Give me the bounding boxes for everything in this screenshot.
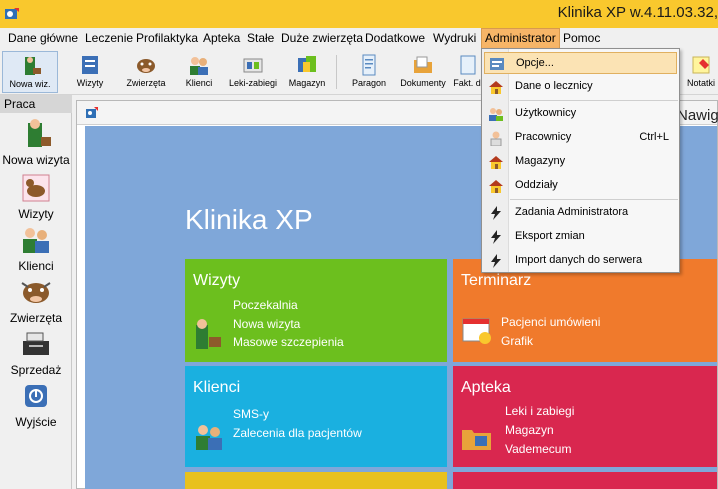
menu-item-eksport-zmian[interactable]: Eksport zmian	[484, 226, 677, 248]
menu-item-pracownicy[interactable]: Pracownicy Ctrl+L	[484, 127, 677, 149]
clients-icon	[196, 425, 222, 450]
dashboard-title: Klinika XP	[185, 204, 313, 235]
tile-link-sms[interactable]: SMS-y	[233, 407, 269, 421]
menu-separator	[510, 100, 678, 101]
employee-icon	[490, 131, 502, 146]
menu-stale[interactable]: Stałe	[244, 28, 277, 49]
sidebar-item-wizyty[interactable]: Wizyty	[0, 171, 72, 221]
warehouse-icon	[298, 56, 316, 72]
sidebar-item-sprzedaz[interactable]: Sprzedaż	[0, 327, 72, 377]
window-icon	[86, 107, 98, 118]
options-icon	[490, 58, 504, 70]
menu-administrator[interactable]: Administrator	[481, 28, 560, 49]
tile-link-nowa-wizyta[interactable]: Nowa wizyta	[233, 317, 300, 331]
visits-icon	[82, 56, 98, 74]
tile-title: Apteka	[461, 379, 511, 396]
tile-link-grafik[interactable]: Grafik	[501, 334, 533, 348]
tile-wizyty[interactable]: Wizyty Poczekalnia Nowa wizyta Masowe sz…	[185, 259, 447, 362]
toolbar-magazyn-button[interactable]: Magazyn	[284, 51, 330, 93]
users-icon	[489, 108, 503, 121]
notes-icon	[692, 56, 710, 74]
navigation-label: Nawig	[677, 107, 718, 124]
sidebar-item-nowa-wizyta[interactable]: Nowa wizyta	[0, 117, 72, 167]
cow-icon	[137, 59, 155, 73]
toolbar-separator	[336, 55, 337, 89]
menu-item-opcje[interactable]: Opcje...	[484, 52, 677, 74]
window-title: Klinika XP w.4.11.03.32,	[557, 4, 718, 21]
toolbar-dokumenty-button[interactable]: Dokumenty	[398, 51, 448, 93]
menu-separator	[510, 199, 678, 200]
toolbar-wizyty-button[interactable]: Wizyty	[64, 51, 116, 93]
receipt-icon	[362, 54, 376, 76]
exit-icon	[25, 385, 47, 407]
lightning-icon	[491, 230, 501, 244]
tile-apteka[interactable]: Apteka Leki i zabiegi Magazyn Vademecum	[453, 366, 717, 467]
vet-with-dog-icon	[25, 57, 41, 75]
toolbar-nowa-wizyta-button[interactable]: Nowa wiz.	[2, 51, 58, 93]
tile-partial-bottom-right[interactable]	[453, 472, 717, 489]
tile-terminarz[interactable]: Terminarz Pacjenci umówieni Grafik	[453, 259, 717, 362]
tile-partial-bottom-left[interactable]	[185, 472, 447, 489]
menu-duze-zwierzeta[interactable]: Duże zwierzęta	[278, 28, 366, 49]
menu-dodatkowe[interactable]: Dodatkowe	[362, 28, 428, 49]
documents-icon	[414, 56, 432, 73]
vet-with-dog-icon	[196, 319, 221, 349]
house-icon	[489, 180, 503, 193]
tile-link-leki-zabiegi[interactable]: Leki i zabiegi	[505, 404, 574, 418]
sidebar-item-wyjscie[interactable]: Wyjście	[0, 379, 72, 429]
invoice-icon	[460, 55, 476, 75]
tile-title: Klienci	[193, 379, 241, 396]
menu-wydruki[interactable]: Wydruki	[430, 28, 479, 49]
menu-item-import-danych[interactable]: Import danych do serwera	[484, 250, 677, 272]
lightning-icon	[491, 254, 501, 268]
toolbar-klienci-button[interactable]: Klienci	[176, 51, 222, 93]
shortcut-ctrl-l: Ctrl+L	[639, 131, 669, 143]
toolbar-paragon-button[interactable]: Paragon	[342, 51, 396, 93]
menu-leczenie[interactable]: Leczenie	[82, 28, 136, 49]
toolbar-leki-zabiegi-button[interactable]: Leki-zabiegi	[226, 51, 280, 93]
pharmacy-folder-icon	[462, 430, 491, 450]
menu-item-zadania-administratora[interactable]: Zadania Administratora	[484, 202, 677, 224]
toolbar-faktura-button[interactable]: Fakt. d	[452, 51, 482, 93]
tile-link-masowe-szczepienia[interactable]: Masowe szczepienia	[233, 335, 344, 349]
menu-profilaktyka[interactable]: Profilaktyka	[133, 28, 201, 49]
menu-item-oddzialy[interactable]: Oddziały	[484, 175, 677, 197]
sidebar: Praca Nowa wizyta Wizyty Klienci Zwierzę…	[0, 95, 72, 489]
clients-icon	[23, 228, 49, 253]
sidebar-item-zwierzeta[interactable]: Zwierzęta	[0, 275, 72, 325]
dog-visit-icon	[22, 174, 50, 202]
administrator-dropdown-menu: Opcje... Dane o lecznicy Użytkownicy Pra…	[481, 48, 680, 273]
cash-register-icon	[23, 332, 49, 355]
menu-apteka[interactable]: Apteka	[200, 28, 243, 49]
sidebar-header: Praca	[0, 95, 72, 113]
tile-link-pacjenci-umowieni[interactable]: Pacjenci umówieni	[501, 315, 600, 329]
tile-title: Wizyty	[193, 272, 241, 289]
house-icon	[489, 156, 503, 169]
medicines-icon	[243, 58, 263, 73]
tile-link-vademecum[interactable]: Vademecum	[505, 442, 571, 456]
menu-item-uzytkownicy[interactable]: Użytkownicy	[484, 103, 677, 125]
tile-link-zalecenia[interactable]: Zalecenia dla pacjentów	[233, 426, 362, 440]
menu-pomoc[interactable]: Pomoc	[560, 28, 603, 49]
lightning-icon	[491, 206, 501, 220]
cow-icon	[21, 282, 51, 303]
menu-item-dane-o-lecznicy[interactable]: Dane o lecznicy	[484, 76, 677, 98]
vet-with-dog-icon	[28, 119, 51, 147]
tile-klienci[interactable]: Klienci SMS-y Zalecenia dla pacjentów	[185, 366, 447, 467]
tile-title: Terminarz	[461, 272, 532, 289]
calendar-icon	[462, 318, 491, 344]
menu-item-magazyny[interactable]: Magazyny	[484, 151, 677, 173]
toolbar-zwierzeta-button[interactable]: Zwierzęta	[120, 51, 172, 93]
menu-dane-glowne[interactable]: Dane główne	[5, 28, 81, 49]
toolbar-notatki-button[interactable]: Notatki	[684, 51, 718, 93]
app-logo-icon	[5, 8, 19, 19]
sidebar-item-klienci[interactable]: Klienci	[0, 223, 72, 273]
tile-link-magazyn[interactable]: Magazyn	[505, 423, 554, 437]
clients-icon	[190, 57, 208, 75]
tile-link-poczekalnia[interactable]: Poczekalnia	[233, 298, 298, 312]
menu-bar: Dane główne Leczenie Profilaktyka Apteka…	[0, 28, 718, 49]
title-bar: Klinika XP w.4.11.03.32,	[0, 0, 718, 28]
house-icon	[489, 81, 503, 94]
